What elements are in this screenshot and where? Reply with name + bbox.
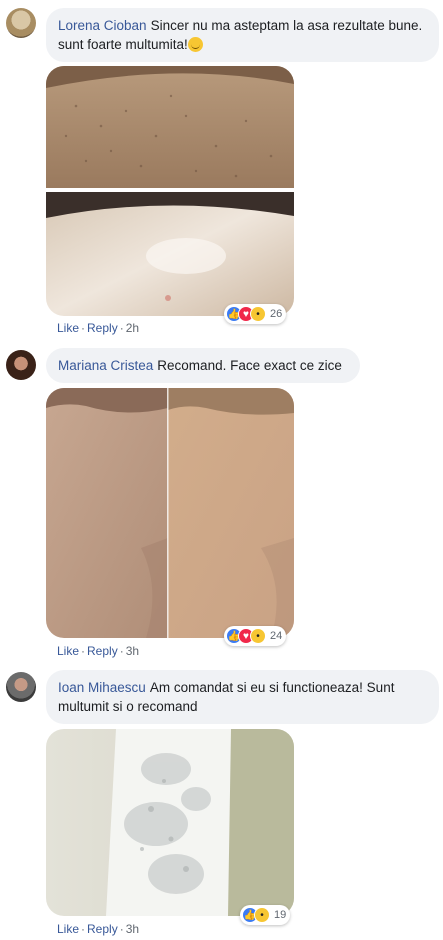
comment-author[interactable]: Ioan Mihaescu (58, 680, 146, 695)
comment-bubble: Lorena Cioban Sincer nu ma asteptam la as… (46, 8, 439, 62)
like-link[interactable]: Like (57, 644, 79, 658)
like-link[interactable]: Like (57, 321, 79, 335)
timestamp[interactable]: 2h (126, 321, 139, 335)
wow-icon: • (250, 306, 266, 322)
reactions-summary[interactable]: 👍 • 19 (240, 905, 291, 925)
reaction-count: 24 (270, 630, 283, 642)
comment-bubble: Ioan Mihaescu Am comandat si eu si functi… (46, 670, 439, 724)
comment-author[interactable]: Mariana Cristea (58, 358, 153, 373)
comment-actions: Like · Reply · 3h (57, 922, 139, 936)
reaction-count: 26 (270, 308, 283, 320)
comment-actions: Like · Reply · 3h (57, 644, 139, 658)
comment-actions: Like · Reply · 2h (57, 321, 139, 335)
face-before-after-image (46, 388, 294, 638)
wow-icon: • (254, 907, 270, 923)
separator: · (119, 922, 124, 936)
avatar[interactable] (6, 672, 36, 702)
comment-photo[interactable] (46, 729, 294, 916)
separator: · (81, 644, 86, 658)
comment-bubble: Mariana Cristea Recomand. Face exact ce z… (46, 348, 360, 383)
comment-photo[interactable] (46, 388, 294, 638)
product-result-image (46, 729, 294, 916)
separator: · (119, 644, 124, 658)
separator: · (81, 922, 86, 936)
timestamp[interactable]: 3h (126, 644, 139, 658)
comment-text: Recomand. Face exact ce zice (157, 358, 342, 373)
reply-link[interactable]: Reply (87, 922, 118, 936)
reactions-summary[interactable]: 👍 ♥ • 24 (224, 626, 287, 646)
like-link[interactable]: Like (57, 922, 79, 936)
comment-author[interactable]: Lorena Cioban (58, 18, 147, 33)
timestamp[interactable]: 3h (126, 922, 139, 936)
reply-link[interactable]: Reply (87, 321, 118, 335)
comment-photo[interactable] (46, 66, 294, 316)
avatar[interactable] (6, 350, 36, 380)
separator: · (119, 321, 124, 335)
reactions-summary[interactable]: 👍 ♥ • 26 (224, 304, 287, 324)
skin-before-after-image (46, 66, 294, 316)
reaction-count: 19 (274, 909, 287, 921)
reply-link[interactable]: Reply (87, 644, 118, 658)
wow-icon: • (250, 628, 266, 644)
smiling-face-emoji-icon (187, 37, 203, 52)
separator: · (81, 321, 86, 335)
avatar[interactable] (6, 8, 36, 38)
